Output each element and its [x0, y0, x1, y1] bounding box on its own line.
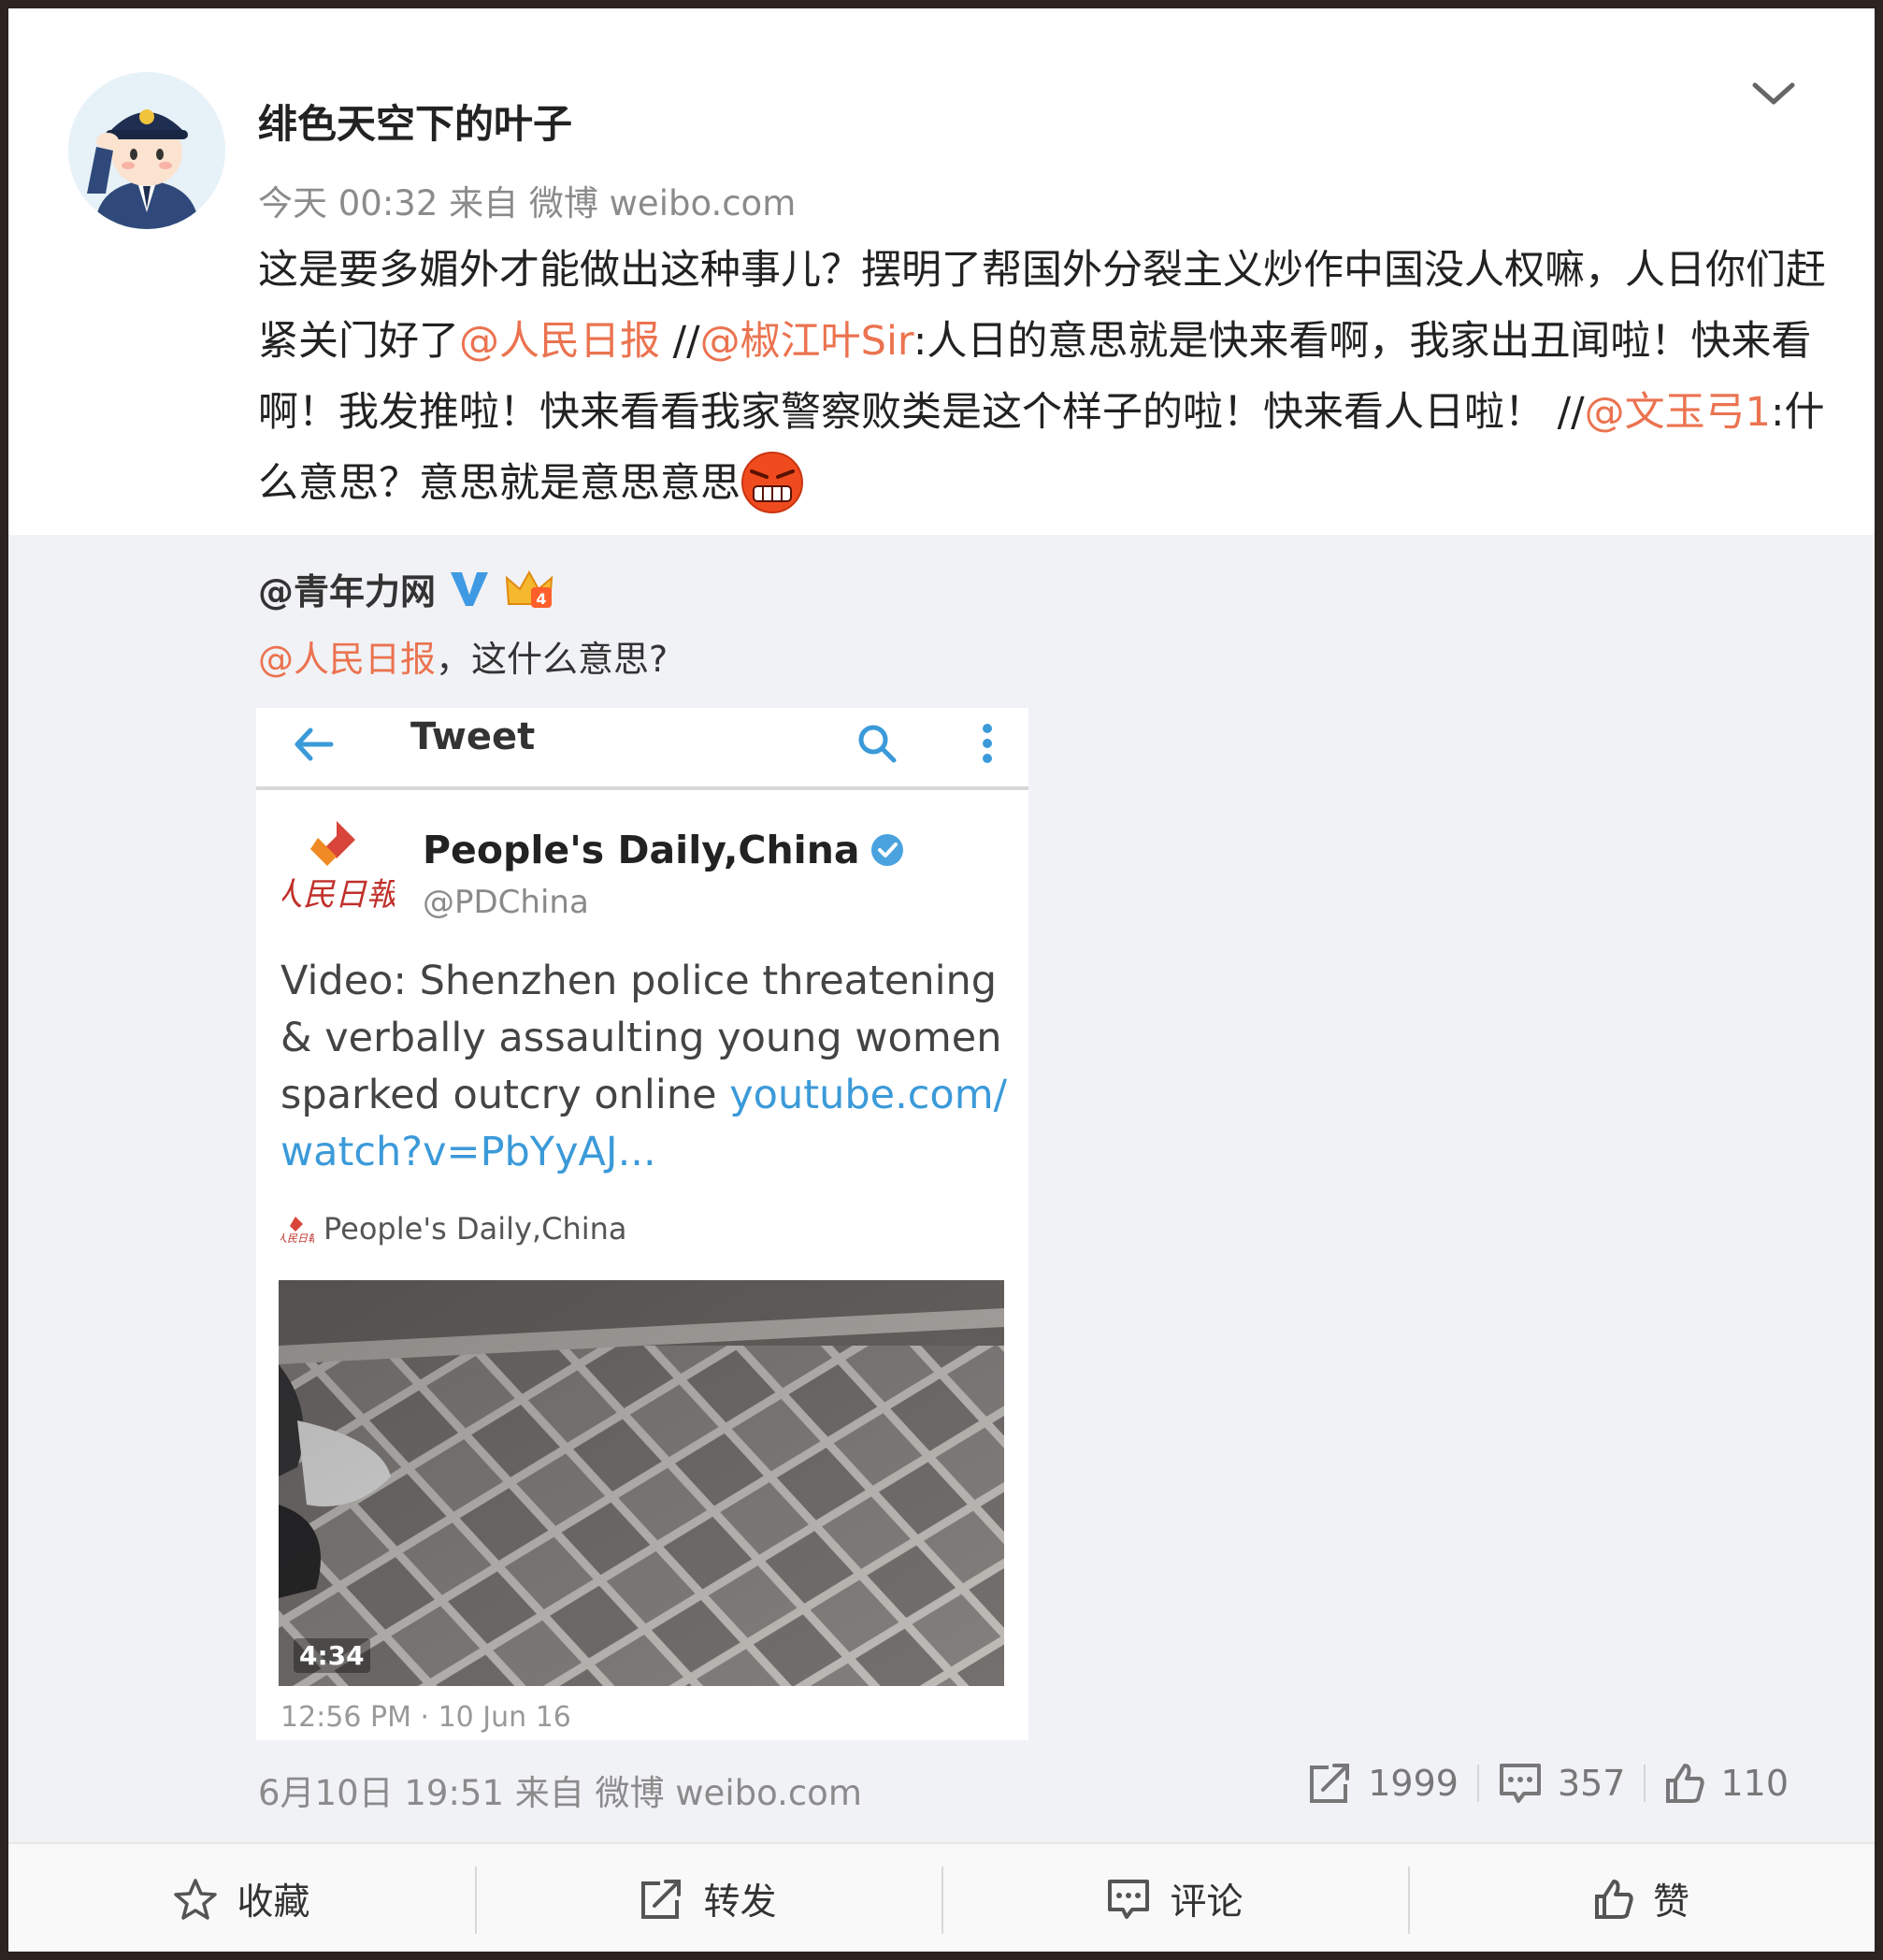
repost-separator: //	[660, 318, 700, 365]
repost-author[interactable]: @青年力网 4	[258, 563, 555, 614]
repost-text: @人民日报，这什么意思?	[258, 630, 668, 682]
username[interactable]: 绯色天空下的叶子	[258, 93, 572, 150]
favorite-button[interactable]: 收藏	[8, 1844, 475, 1952]
mention-link[interactable]: @人民日报	[459, 318, 660, 365]
repost-like-count[interactable]: 110	[1646, 1762, 1807, 1805]
thumbs-up-icon	[1664, 1762, 1705, 1805]
svg-text:人民日報: 人民日報	[280, 1232, 314, 1243]
tweet-handle: @PDChina	[423, 884, 589, 921]
comment-button[interactable]: 评论	[942, 1844, 1408, 1952]
back-arrow-icon	[292, 725, 335, 764]
video-thumbnail: 4:34	[279, 1280, 1004, 1686]
tweet-video-source: 人民日報 People's Daily,China	[280, 1211, 627, 1247]
angry-emoji-icon	[740, 451, 804, 514]
repost-text-body: ，这什么意思?	[436, 639, 668, 680]
verified-badge-icon	[870, 832, 905, 868]
avatar[interactable]	[68, 72, 225, 229]
tweet-bar-title: Tweet	[410, 715, 536, 758]
action-bar: 收藏 转发 评论 赞	[8, 1842, 1875, 1952]
more-dots-icon	[980, 721, 995, 768]
weibo-post-card: 绯色天空下的叶子 今天 00:32 来自 微博 weibo.com 这是要多媚外…	[8, 8, 1875, 1952]
comment-icon	[1106, 1878, 1151, 1921]
comment-icon	[1498, 1762, 1543, 1805]
repost-meta: 6月10日 19:51 来自 微博 weibo.com	[258, 1773, 862, 1813]
small-logo-icon: 人民日報	[280, 1215, 314, 1243]
peoples-daily-logo: 人民日報	[282, 815, 395, 918]
repost-separator: //	[1545, 389, 1585, 436]
video-duration: 4:34	[294, 1638, 370, 1673]
like-count: 110	[1720, 1763, 1789, 1804]
forward-count: 1999	[1368, 1763, 1459, 1804]
forward-label: 转发	[703, 1881, 777, 1924]
mention-link[interactable]: @文玉弓1	[1585, 389, 1771, 436]
like-button[interactable]: 赞	[1408, 1844, 1875, 1952]
share-icon	[1308, 1762, 1353, 1805]
post-meta: 今天 00:32 来自 微博 weibo.com	[258, 183, 797, 223]
chevron-down-icon[interactable]	[1746, 76, 1802, 113]
reposted-weibo: @青年力网 4 @人民日报，这什么意思? Tweet 民日報 People's …	[8, 535, 1875, 1842]
logo-text: 人民日報	[282, 876, 395, 914]
tweet-account-name: People's Daily,China	[423, 828, 905, 872]
member-crown-icon: 4	[503, 567, 555, 612]
comment-count: 357	[1557, 1763, 1626, 1804]
post-content: 这是要多媚外才能做出这种事儿？摆明了帮国外分裂主义炒作中国没人权嘛，人日你们赶紧…	[258, 235, 1838, 519]
thumbs-up-icon	[1593, 1878, 1634, 1921]
repost-comment-count[interactable]: 357	[1479, 1762, 1645, 1805]
star-icon	[173, 1878, 218, 1921]
tweet-top-bar: Tweet	[256, 708, 1028, 790]
tweet-account-name-text: People's Daily,China	[423, 828, 860, 872]
repost-author-name[interactable]: @青年力网	[258, 563, 436, 614]
tweet-timestamp: 12:56 PM · 10 Jun 16	[280, 1701, 571, 1734]
mention-link[interactable]: @人民日报	[258, 639, 436, 680]
forward-button[interactable]: 转发	[475, 1844, 942, 1952]
like-label: 赞	[1652, 1881, 1689, 1924]
comment-label: 评论	[1170, 1881, 1243, 1924]
verified-v-icon	[447, 569, 492, 610]
tweet-screenshot-image[interactable]: Tweet 人民日報 People's Daily,China	[256, 708, 1028, 1740]
tweet-body: Video: Shenzhen police threatening & ver…	[280, 953, 1019, 1181]
favorite-label: 收藏	[237, 1881, 310, 1924]
share-icon	[640, 1878, 684, 1921]
tweet-video-source-text: People's Daily,China	[323, 1211, 627, 1247]
search-icon	[855, 721, 899, 766]
repost-forward-count[interactable]: 1999	[1289, 1762, 1477, 1805]
mention-link[interactable]: @椒江叶Sir	[700, 318, 913, 365]
repost-stats: 1999 357 110	[1289, 1755, 1807, 1811]
svg-text:4: 4	[536, 590, 546, 608]
